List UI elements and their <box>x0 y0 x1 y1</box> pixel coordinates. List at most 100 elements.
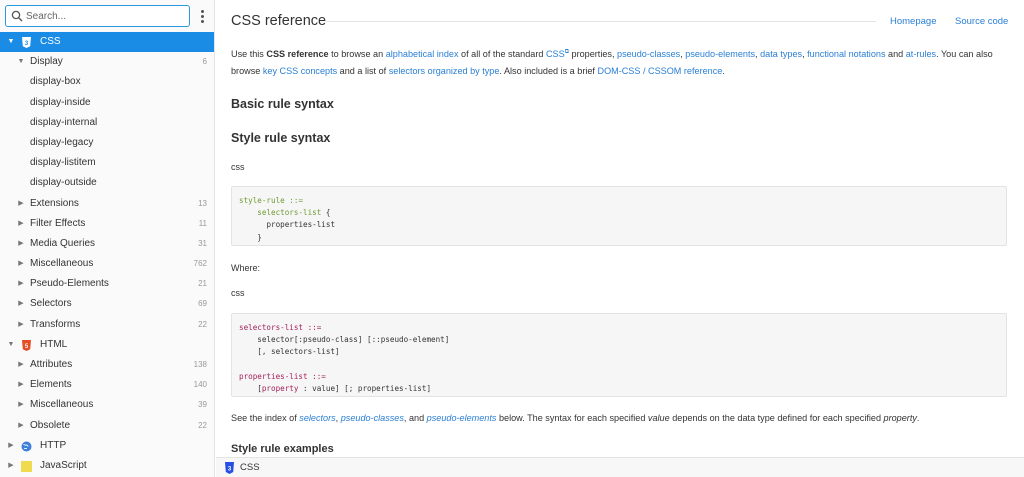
dom-css-reference-link[interactable]: DOM-CSS / CSSOM reference <box>598 66 723 76</box>
search-bar[interactable] <box>5 5 190 27</box>
search-icon <box>11 10 23 22</box>
item-count: 6 <box>202 57 207 67</box>
key-css-concepts-link[interactable]: key CSS concepts <box>263 66 337 76</box>
tree-item-group[interactable]: ▶ Obsolete 22 <box>0 416 214 436</box>
at-rules-link[interactable]: at-rules <box>906 49 936 59</box>
kebab-menu-button[interactable] <box>195 7 209 25</box>
code-line: selector[:pseudo-class] [::pseudo-elemen… <box>239 335 450 345</box>
item-count: 39 <box>198 400 207 410</box>
selectors-by-type-link[interactable]: selectors organized by type <box>389 66 500 76</box>
bold-text: CSS reference <box>266 49 329 60</box>
text: properties, <box>568 49 618 60</box>
data-types-link[interactable]: data types <box>760 49 802 59</box>
tree-item-group[interactable]: ▶ Pseudo-Elements 21 <box>0 274 214 294</box>
heading-basic-rule-syntax: Basic rule syntax <box>231 97 334 111</box>
caret-right-icon[interactable]: ▶ <box>16 254 26 274</box>
code-language-label: css <box>231 162 245 172</box>
pseudo-elements-link[interactable]: pseudo-elements <box>685 49 755 59</box>
pseudo-classes-link[interactable]: pseudo-classes <box>341 413 404 423</box>
tree-item-group[interactable]: ▶ Extensions 13 <box>0 194 214 214</box>
text: of all of the standard <box>458 49 546 60</box>
caret-down-icon[interactable]: ▼ <box>6 32 16 52</box>
tree-item-http[interactable]: ▶ HTTP <box>0 436 214 456</box>
functional-notations-link[interactable]: functional notations <box>807 49 885 59</box>
item-count: 13 <box>198 198 207 208</box>
tree-item-group[interactable]: ▶ Attributes 138 <box>0 355 214 375</box>
tree-leaf-label: display-legacy <box>30 136 94 148</box>
intro-paragraph: Use this CSS reference to browse an alph… <box>231 44 1021 80</box>
tree-item-group[interactable]: ▶ Filter Effects 11 <box>0 214 214 234</box>
source-code-link[interactable]: Source code <box>955 16 1008 27</box>
tree-item-label: Miscellaneous <box>30 258 94 270</box>
tree-item-javascript[interactable]: ▶ JavaScript <box>0 456 214 476</box>
pseudo-elements-link[interactable]: pseudo-elements <box>427 413 497 423</box>
sidebar: ▼ 3 CSS ▼ Display 6 display-box display-… <box>0 0 215 477</box>
text: . <box>916 413 920 423</box>
tree-item-group[interactable]: ▶ Miscellaneous 39 <box>0 395 214 415</box>
code-language-label: css <box>231 288 245 298</box>
pseudo-classes-link[interactable]: pseudo-classes <box>617 49 680 59</box>
caret-right-icon[interactable]: ▶ <box>16 294 26 314</box>
caret-right-icon[interactable]: ▶ <box>16 375 26 395</box>
caret-right-icon[interactable]: ▶ <box>16 274 26 294</box>
text: . Also included is a brief <box>499 66 598 77</box>
search-input[interactable] <box>26 8 186 24</box>
caret-right-icon[interactable]: ▶ <box>16 416 26 436</box>
caret-down-icon[interactable]: ▼ <box>16 52 26 72</box>
tree-item-label: CSS <box>40 36 61 47</box>
main-content: CSS reference Homepage Source code Use t… <box>216 0 1024 457</box>
text: and <box>885 49 906 60</box>
tree-leaf[interactable]: display-internal <box>0 113 214 133</box>
tree-leaf[interactable]: display-inside <box>0 93 214 113</box>
tree-item-label: Miscellaneous <box>30 399 94 411</box>
alphabetical-index-link[interactable]: alphabetical index <box>386 49 459 59</box>
tree-leaf-label: display-inside <box>30 96 91 108</box>
emphasis-text: property <box>883 413 917 423</box>
status-doc-label: CSS <box>240 462 260 473</box>
item-count: 762 <box>193 259 207 269</box>
homepage-link[interactable]: Homepage <box>890 16 936 27</box>
tree-leaf-label: display-outside <box>30 177 97 189</box>
tree-item-group[interactable]: ▶ Miscellaneous 762 <box>0 254 214 274</box>
dot-icon <box>200 19 204 23</box>
code-line: style-rule ::= <box>239 196 304 205</box>
css-external-link[interactable]: CSS⧉ <box>546 49 569 59</box>
tree-leaf[interactable]: display-outside <box>0 173 214 193</box>
caret-down-icon[interactable]: ▼ <box>6 335 16 355</box>
code-block-style-rule: style-rule ::= selectors-list { properti… <box>231 186 1007 246</box>
code-token: { <box>321 208 331 218</box>
see-index-paragraph: See the index of selectors, pseudo-class… <box>231 410 1021 427</box>
tree-item-group[interactable]: ▶ Transforms 22 <box>0 315 214 335</box>
caret-right-icon[interactable]: ▶ <box>16 315 26 335</box>
caret-right-icon[interactable]: ▶ <box>16 214 26 234</box>
emphasis-text: value <box>647 413 670 423</box>
caret-right-icon[interactable]: ▶ <box>16 355 26 375</box>
text: . <box>722 66 725 77</box>
caret-right-icon[interactable]: ▶ <box>16 234 26 254</box>
tree-item-group[interactable]: ▶ Selectors 69 <box>0 294 214 314</box>
tree-item-group[interactable]: ▶ Media Queries 31 <box>0 234 214 254</box>
caret-right-icon[interactable]: ▶ <box>6 456 16 476</box>
tree-leaf[interactable]: display-listitem <box>0 153 214 173</box>
text: depends on the data type defined for eac… <box>669 413 884 423</box>
caret-right-icon[interactable]: ▶ <box>16 395 26 415</box>
globe-icon <box>21 441 32 452</box>
text: , and <box>403 413 427 423</box>
tree-item-css[interactable]: ▼ 3 CSS <box>0 32 214 53</box>
tree-leaf-label: display-box <box>30 76 81 88</box>
item-count: 140 <box>193 380 207 390</box>
tree-item-display[interactable]: ▼ Display 6 <box>0 52 214 72</box>
caret-right-icon[interactable]: ▶ <box>16 194 26 214</box>
tree-item-label: HTML <box>40 338 68 350</box>
text: to browse an <box>328 49 386 60</box>
selectors-link[interactable]: selectors <box>299 413 335 423</box>
tree-item-html[interactable]: ▼ 5 HTML <box>0 335 214 355</box>
code-token: selectors-list <box>257 208 322 218</box>
caret-right-icon[interactable]: ▶ <box>6 436 16 456</box>
tree-item-group[interactable]: ▶ Elements 140 <box>0 375 214 395</box>
item-count: 21 <box>198 279 207 289</box>
tree-item-label: Filter Effects <box>30 217 86 229</box>
tree-leaf[interactable]: display-box <box>0 72 214 92</box>
code-block-selectors-list: selectors-list ::= selector[:pseudo-clas… <box>231 313 1007 397</box>
tree-leaf[interactable]: display-legacy <box>0 133 214 153</box>
